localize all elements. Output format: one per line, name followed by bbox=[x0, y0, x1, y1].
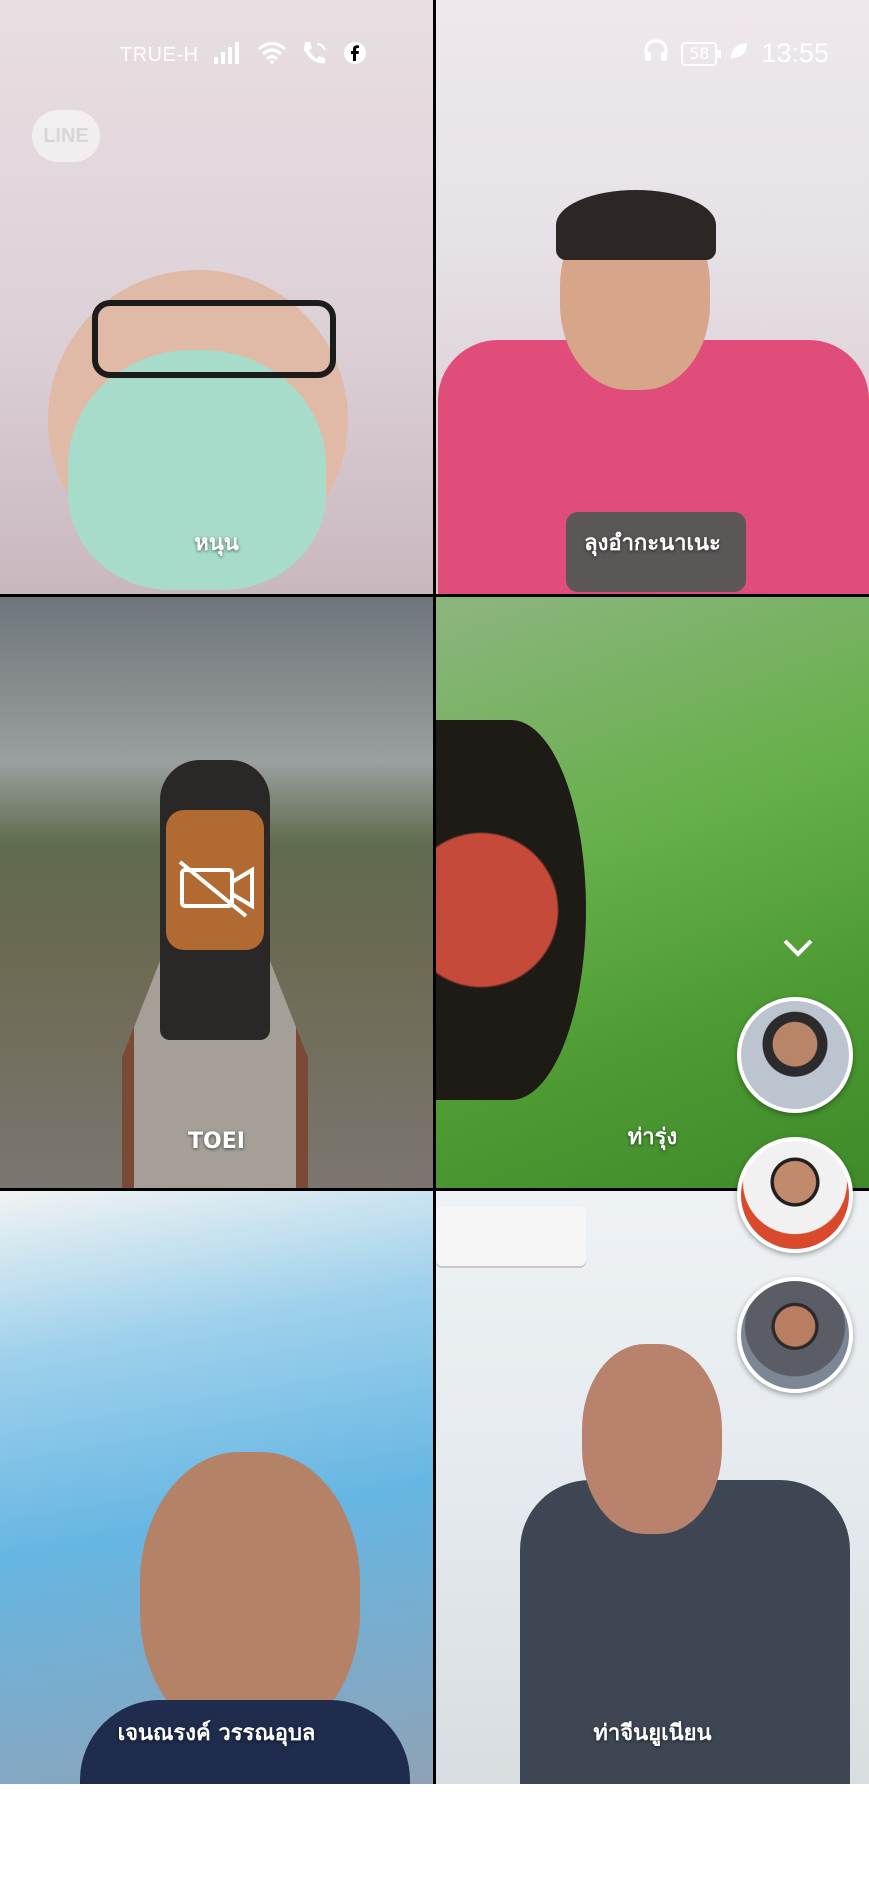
carrier-label: TRUE-H bbox=[120, 44, 199, 66]
participant-name: ท่าจีนยูเนียน bbox=[593, 1721, 712, 1746]
status-bar: TRUE-H 58 13:55 bbox=[0, 0, 869, 108]
participant-name: TOEI bbox=[188, 1129, 245, 1154]
participant-name: เจนณรงค์ วรรณอุบล bbox=[117, 1721, 316, 1746]
video-tile-5[interactable]: เจนณรงค์ วรรณอุบล bbox=[0, 1191, 433, 1784]
participant-thumbnail-avatar[interactable] bbox=[737, 1137, 853, 1253]
line-logo: LINE bbox=[32, 110, 100, 162]
video-grid: LINE หนุน ลุงอำกะนาเนะ TOEI ท่ารุ่ง เจนณ… bbox=[0, 0, 869, 1784]
signal-icon bbox=[213, 41, 243, 70]
wifi-icon bbox=[257, 41, 287, 70]
participant-video-detail bbox=[582, 1344, 722, 1534]
facebook-icon bbox=[343, 41, 367, 70]
status-right: 58 13:55 bbox=[643, 38, 829, 69]
participant-thumbnail-avatar[interactable] bbox=[737, 1277, 853, 1393]
participant-name: ลุงอำกะนาเนะ bbox=[584, 531, 721, 556]
participant-video-detail bbox=[92, 300, 336, 378]
participant-video-detail bbox=[556, 190, 716, 260]
participant-video-detail bbox=[436, 1206, 586, 1266]
navigation-bar bbox=[0, 1784, 869, 1883]
status-left: TRUE-H bbox=[120, 40, 367, 71]
participant-thumbnail-avatar[interactable] bbox=[737, 997, 853, 1113]
participant-video bbox=[140, 1452, 360, 1742]
clock: 13:55 bbox=[761, 38, 829, 68]
participant-video bbox=[436, 720, 586, 1100]
headset-icon bbox=[643, 38, 669, 69]
chevron-down-icon[interactable] bbox=[776, 930, 820, 966]
leaf-icon bbox=[729, 41, 749, 66]
participant-name: หนุน bbox=[194, 531, 239, 556]
video-off-icon bbox=[176, 858, 260, 918]
battery-indicator: 58 bbox=[681, 41, 722, 66]
wifi-calling-icon bbox=[301, 40, 329, 71]
